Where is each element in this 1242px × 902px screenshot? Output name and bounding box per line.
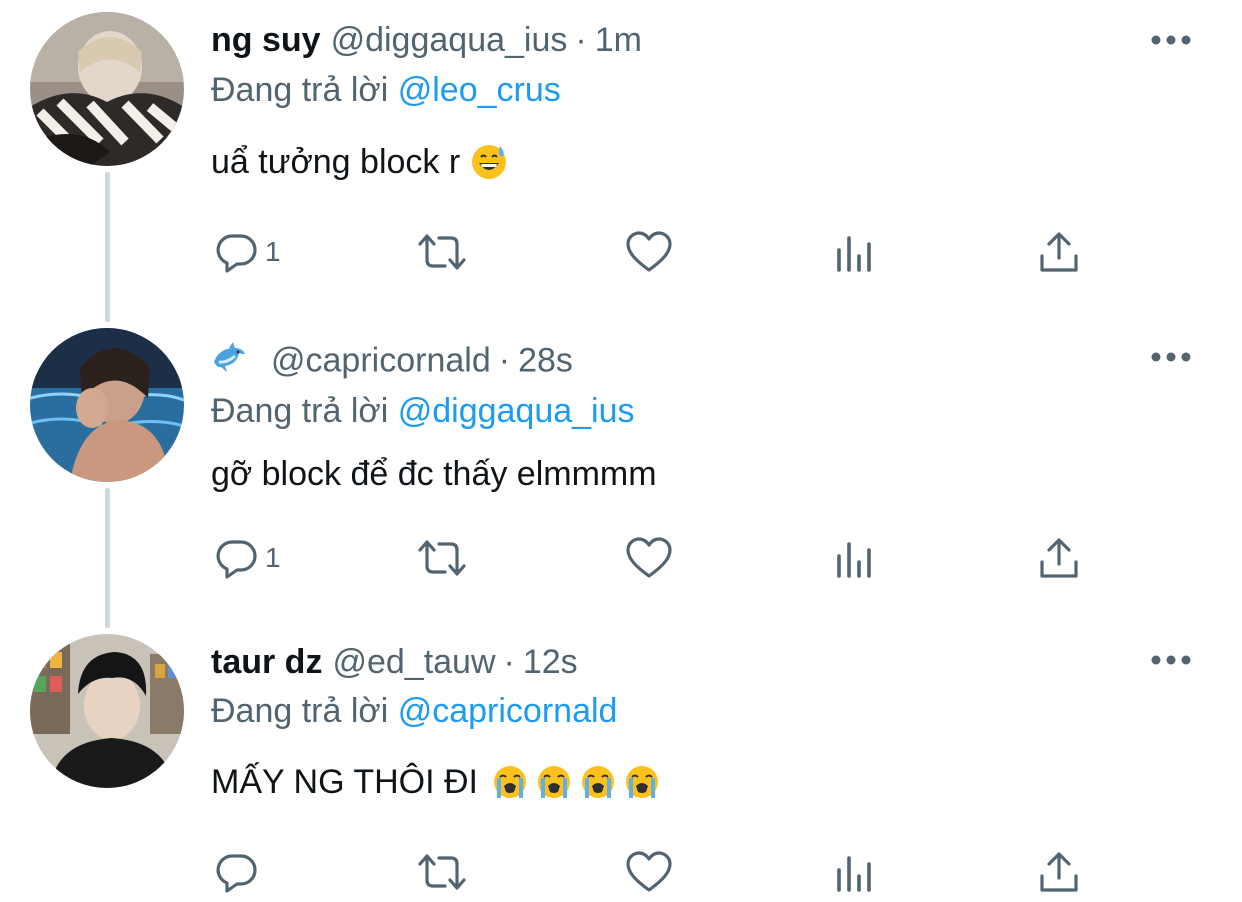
reply-icon [216, 540, 257, 579]
grinning-sweat-emoji-icon [470, 143, 508, 181]
timestamp[interactable]: 12s [523, 643, 578, 681]
retweet-button[interactable] [414, 226, 470, 278]
timestamp[interactable]: 28s [518, 341, 573, 379]
more-icon [1151, 352, 1191, 362]
dolphin-icon [211, 340, 247, 385]
heart-icon [626, 231, 672, 272]
mention-link[interactable]: @capricornald [398, 692, 618, 730]
display-name[interactable]: ng suy [211, 21, 321, 59]
reply-count: 1 [265, 542, 281, 573]
mention-link[interactable]: @diggaqua_ius [398, 392, 635, 430]
loudly-crying-emoji-icon [536, 764, 572, 800]
retweet-icon [418, 234, 466, 270]
tweet-header: taur dz @ed_tauw · 12s [211, 642, 578, 682]
handle[interactable]: @diggaqua_ius [331, 21, 568, 59]
share-icon [1040, 232, 1078, 272]
retweet-icon [418, 854, 466, 890]
tweet-body: MẤY NG THÔI ĐI [211, 763, 479, 801]
retweet-button[interactable] [414, 532, 470, 584]
like-button[interactable] [625, 226, 673, 278]
more-options-button[interactable] [1146, 345, 1196, 369]
replying-prefix: Đang trả lời [211, 392, 389, 430]
reply-count: 1 [265, 236, 281, 267]
replying-to: Đang trả lời @capricornald [211, 691, 617, 731]
more-icon [1151, 35, 1191, 45]
tweet-body: uẩ tưởng block r [211, 143, 461, 181]
analytics-icon [837, 236, 871, 272]
share-icon [1040, 852, 1078, 892]
loudly-crying-emoji-icon [624, 764, 660, 800]
reply-button[interactable]: 1 [215, 532, 281, 584]
reply-button[interactable]: 1 [215, 226, 281, 278]
retweet-button[interactable] [414, 846, 470, 898]
share-icon [1040, 538, 1078, 578]
display-name[interactable]: taur dz [211, 643, 322, 681]
tweet-header: ng suy @diggaqua_ius · 1m [211, 20, 642, 60]
replying-to: Đang trả lời @leo_crus [211, 70, 561, 110]
reply-icon [216, 234, 257, 273]
tweet[interactable]: ng suy @diggaqua_ius · 1m Đang trả lời @leo… [0, 0, 1242, 318]
avatar[interactable] [30, 328, 184, 482]
tweet-text: gỡ block để đc thấy elmmmm [211, 452, 657, 496]
tweet-body: gỡ block để đc thấy elmmmm [211, 455, 657, 493]
handle[interactable]: @ed_tauw [332, 643, 495, 681]
reply-thread: ng suy @diggaqua_ius · 1m Đang trả lời @leo… [0, 0, 1242, 902]
share-button[interactable] [1037, 532, 1081, 584]
separator-dot: · [503, 643, 515, 681]
more-options-button[interactable] [1146, 28, 1196, 52]
avatar[interactable] [30, 12, 184, 166]
analytics-icon [837, 542, 871, 578]
avatar[interactable] [30, 634, 184, 788]
more-options-button[interactable] [1146, 648, 1196, 672]
share-button[interactable] [1037, 846, 1081, 898]
like-button[interactable] [625, 846, 673, 898]
mention-link[interactable]: @leo_crus [398, 71, 561, 109]
retweet-icon [418, 540, 466, 576]
separator-dot: · [498, 341, 511, 380]
analytics-button[interactable] [833, 532, 877, 584]
heart-icon [626, 537, 672, 578]
replying-prefix: Đang trả lời [211, 71, 389, 109]
loudly-crying-emoji-icon [492, 764, 528, 800]
replying-prefix: Đang trả lời [211, 692, 389, 730]
tweet[interactable]: @capricornald · 28s Đang trả lời @diggaqua… [0, 318, 1242, 624]
analytics-button[interactable] [833, 846, 877, 898]
more-icon [1151, 655, 1191, 665]
analytics-button[interactable] [833, 226, 877, 278]
analytics-icon [837, 856, 871, 892]
like-button[interactable] [625, 532, 673, 584]
reply-icon [216, 854, 257, 893]
share-button[interactable] [1037, 226, 1081, 278]
tweet-header: @capricornald · 28s [211, 340, 573, 385]
heart-icon [626, 851, 672, 892]
reply-button[interactable] [215, 846, 265, 898]
separator-dot: · [575, 21, 587, 59]
action-bar [211, 846, 1111, 898]
timestamp[interactable]: 1m [595, 21, 642, 59]
action-bar: 1 [211, 226, 1111, 278]
tweet[interactable]: taur dz @ed_tauw · 12s Đang trả lời @capric… [0, 624, 1242, 902]
handle[interactable]: @capricornald [271, 341, 491, 379]
loudly-crying-emoji-icon [580, 764, 616, 800]
tweet-text: MẤY NG THÔI ĐI [211, 760, 660, 804]
action-bar: 1 [211, 532, 1111, 584]
replying-to: Đang trả lời @diggaqua_ius [211, 391, 635, 431]
tweet-text: uẩ tưởng block r [211, 140, 508, 184]
